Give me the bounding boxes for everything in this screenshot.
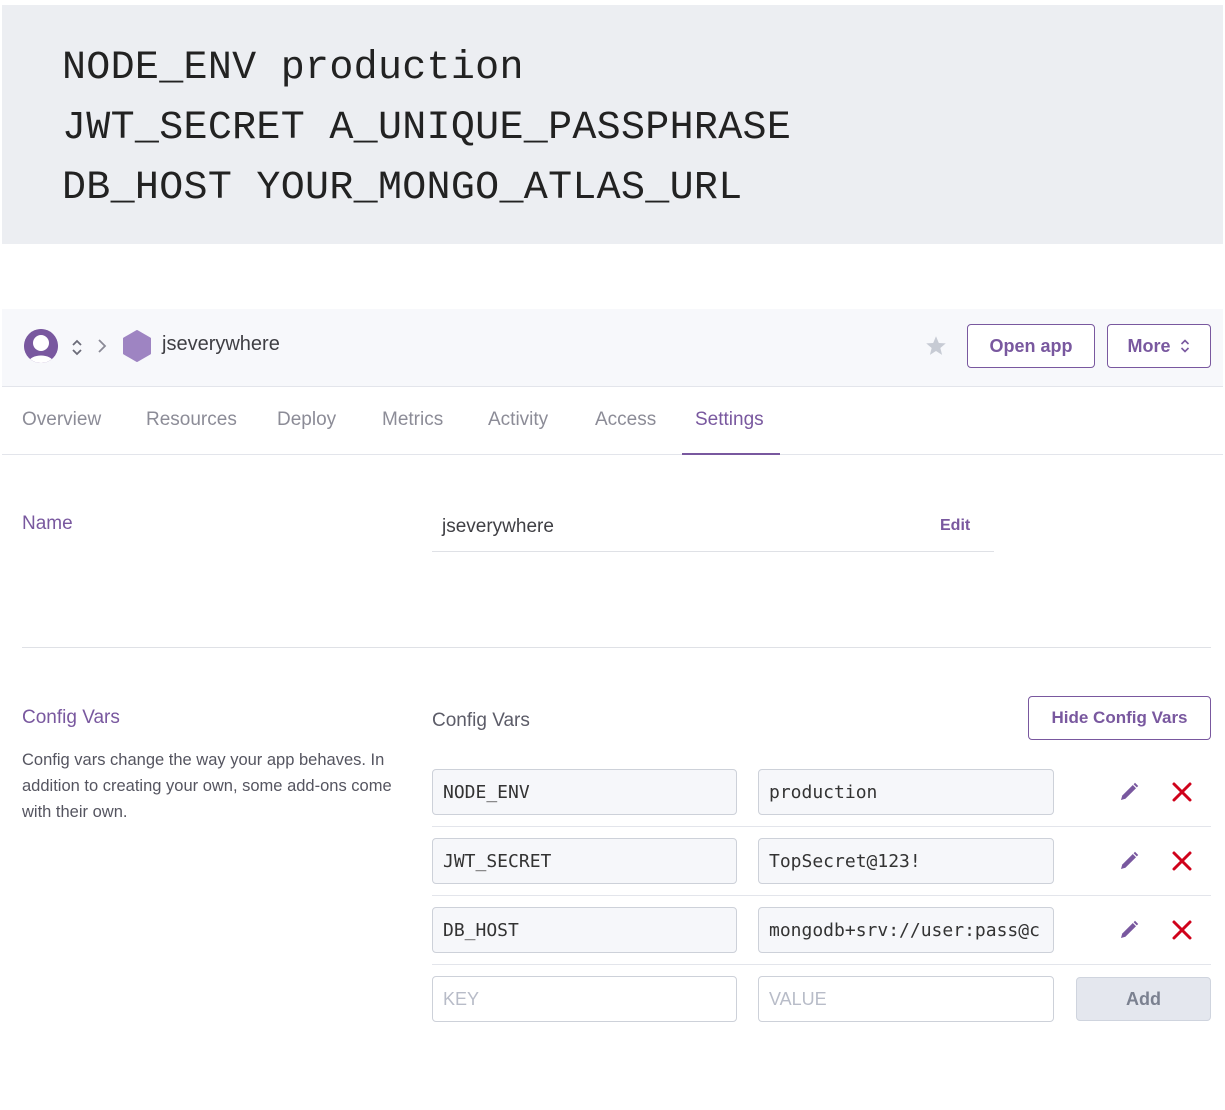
config-var-key-field[interactable]: JWT_SECRET (432, 838, 737, 884)
edit-name-button[interactable]: Edit (940, 517, 970, 535)
config-vars-description: Config vars change the way your app beha… (22, 751, 392, 821)
add-config-var-button[interactable]: Add (1076, 977, 1211, 1021)
tab-activity[interactable]: Activity (488, 409, 548, 431)
tab-access[interactable]: Access (595, 409, 656, 431)
hexagon-app-icon (121, 329, 153, 363)
more-button[interactable]: More (1107, 324, 1211, 368)
star-icon[interactable] (923, 333, 949, 359)
pencil-icon[interactable] (1115, 916, 1143, 944)
tab-resources[interactable]: Resources (146, 409, 237, 431)
tab-bar: Overview Resources Deploy Metrics Activi… (2, 387, 1223, 455)
more-button-label: More (1127, 335, 1171, 356)
config-vars-section-label: Config Vars (22, 707, 120, 728)
pencil-icon[interactable] (1115, 778, 1143, 806)
name-section-label: Name (22, 513, 73, 534)
app-name-value: jseverywhere (442, 516, 554, 537)
tab-deploy[interactable]: Deploy (277, 409, 336, 431)
new-key-input[interactable]: KEY (432, 976, 737, 1022)
row-divider (432, 964, 1211, 965)
delete-x-icon[interactable] (1168, 916, 1196, 944)
app-header: jseverywhere Open app More (2, 309, 1223, 387)
code-line: JWT_SECRET A_UNIQUE_PASSPHRASE (62, 106, 792, 151)
chevron-right-icon (96, 333, 108, 365)
row-divider (432, 826, 1211, 827)
config-var-key-field[interactable]: DB_HOST (432, 907, 737, 953)
divider (432, 551, 994, 552)
app-name[interactable]: jseverywhere (162, 333, 280, 356)
delete-x-icon[interactable] (1168, 778, 1196, 806)
chevron-updown-icon[interactable] (68, 333, 86, 361)
section-divider (22, 647, 1211, 648)
pencil-icon[interactable] (1115, 847, 1143, 875)
config-vars-heading: Config Vars (432, 710, 530, 731)
code-block: NODE_ENV production JWT_SECRET A_UNIQUE_… (2, 5, 1223, 244)
config-var-value-field[interactable]: production (758, 769, 1054, 815)
open-app-button[interactable]: Open app (967, 324, 1095, 368)
config-var-value-field[interactable]: mongodb+srv://user:pass@c (758, 907, 1054, 953)
chevron-updown-icon (1180, 339, 1189, 353)
tab-overview[interactable]: Overview (22, 409, 101, 431)
code-line: NODE_ENV production (62, 46, 524, 91)
new-value-input[interactable]: VALUE (758, 976, 1054, 1022)
code-line: DB_HOST YOUR_MONGO_ATLAS_URL (62, 166, 743, 211)
tab-metrics[interactable]: Metrics (382, 409, 443, 431)
active-tab-indicator (682, 453, 780, 455)
tab-settings[interactable]: Settings (695, 409, 764, 431)
row-divider (432, 895, 1211, 896)
hide-config-vars-button[interactable]: Hide Config Vars (1028, 696, 1211, 740)
delete-x-icon[interactable] (1168, 847, 1196, 875)
config-var-key-field[interactable]: NODE_ENV (432, 769, 737, 815)
avatar-icon[interactable] (24, 329, 58, 363)
config-var-value-field[interactable]: TopSecret@123! (758, 838, 1054, 884)
